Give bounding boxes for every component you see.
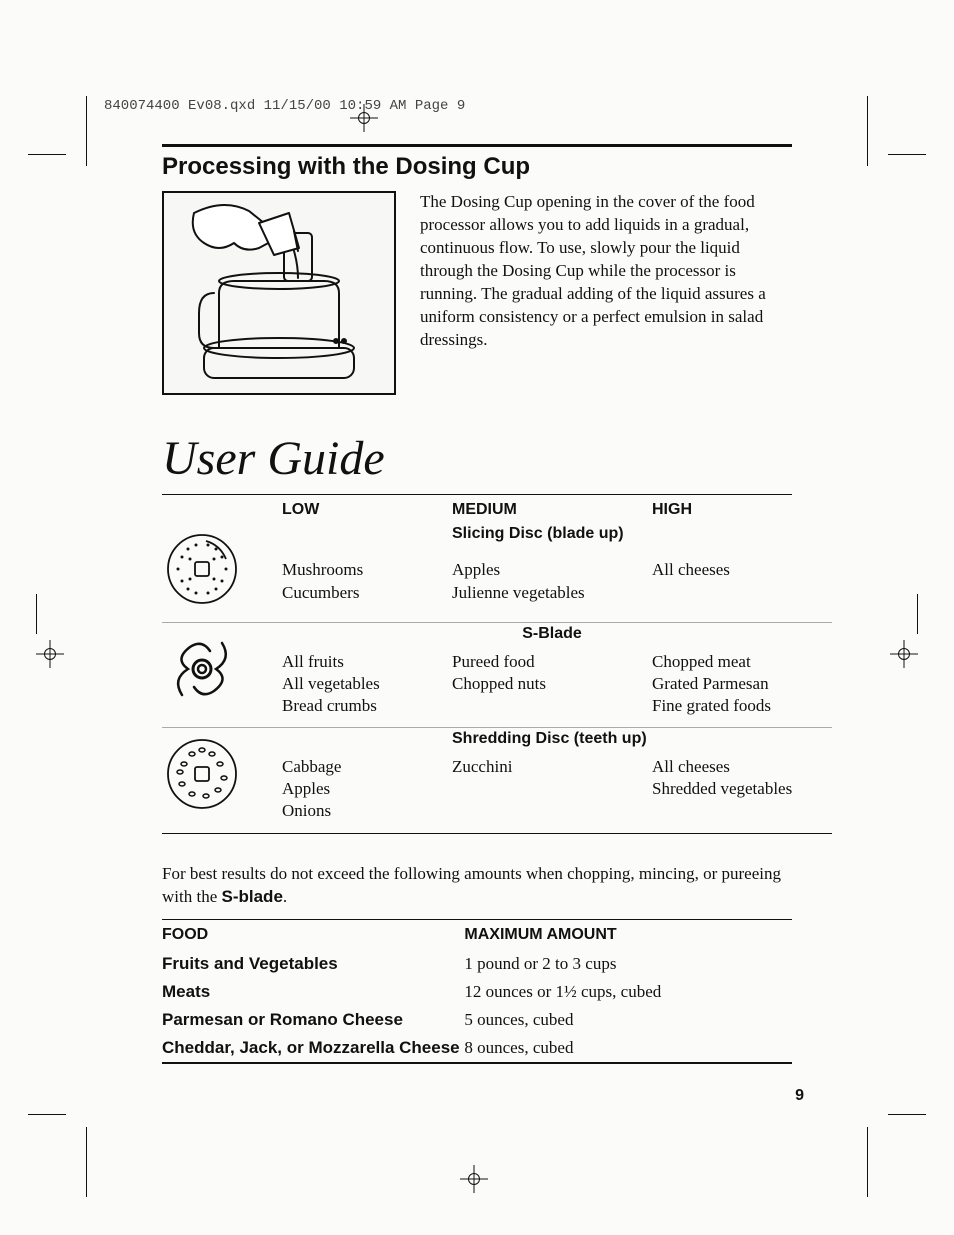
crop-tick bbox=[917, 594, 918, 634]
cell-low: MushroomsCucumbers bbox=[282, 557, 452, 613]
table-row: Cheddar, Jack, or Mozzarella Cheese 8 ou… bbox=[162, 1034, 792, 1063]
col-header-food: FOOD bbox=[162, 920, 464, 951]
food-processor-icon bbox=[164, 193, 394, 393]
registration-mark-icon bbox=[460, 1165, 488, 1193]
crop-tick bbox=[36, 594, 37, 634]
registration-mark-icon bbox=[890, 640, 918, 668]
intro-paragraph: The Dosing Cup opening in the cover of t… bbox=[420, 191, 792, 395]
table-row: Meats 12 ounces or 1½ cups, cubed bbox=[162, 978, 792, 1006]
print-job-meta: 840074400 Ev08.qxd 11/15/00 10:59 AM Pag… bbox=[104, 98, 912, 114]
amount-cell: 5 ounces, cubed bbox=[464, 1006, 792, 1034]
row-subtitle: Slicing Disc (blade up) bbox=[452, 523, 652, 549]
crop-rule bbox=[28, 154, 66, 155]
maximum-amount-table: FOOD MAXIMUM AMOUNT Fruits and Vegetable… bbox=[162, 919, 792, 1064]
cell-medium: ApplesJulienne vegetables bbox=[452, 557, 652, 613]
crop-tick bbox=[86, 1127, 87, 1197]
registration-mark-icon bbox=[36, 640, 64, 668]
crop-rule bbox=[888, 154, 926, 155]
food-cell: Parmesan or Romano Cheese bbox=[162, 1006, 464, 1034]
s-blade-icon bbox=[162, 623, 282, 722]
max-amount-note: For best results do not exceed the follo… bbox=[162, 862, 792, 910]
note-suffix: . bbox=[283, 887, 287, 906]
amount-cell: 1 pound or 2 to 3 cups bbox=[464, 950, 792, 978]
slicing-disc-icon bbox=[162, 523, 282, 622]
col-header-medium: MEDIUM bbox=[452, 495, 652, 523]
note-bold: S-blade bbox=[222, 887, 283, 906]
amount-cell: 8 ounces, cubed bbox=[464, 1034, 792, 1063]
col-header-high: HIGH bbox=[652, 495, 832, 523]
crop-rule bbox=[888, 1114, 926, 1115]
scanned-page: 840074400 Ev08.qxd 11/15/00 10:59 AM Pag… bbox=[0, 0, 954, 1235]
col-header-amount: MAXIMUM AMOUNT bbox=[464, 920, 792, 951]
crop-tick bbox=[86, 96, 87, 166]
cell-medium: Zucchini bbox=[452, 754, 652, 788]
registration-mark-icon bbox=[350, 104, 378, 132]
user-guide-heading: User Guide bbox=[162, 431, 792, 486]
col-header-low: LOW bbox=[282, 495, 452, 523]
cell-high: All cheeses bbox=[652, 557, 832, 591]
intro-row: The Dosing Cup opening in the cover of t… bbox=[162, 191, 792, 395]
dosing-cup-illustration bbox=[162, 191, 396, 395]
shredding-disc-icon bbox=[162, 728, 282, 827]
row-subtitle: S-Blade bbox=[452, 623, 652, 649]
row-subtitle: Shredding Disc (teeth up) bbox=[452, 728, 652, 754]
speed-guide-table: LOW MEDIUM HIGH bbox=[162, 494, 792, 834]
crop-tick bbox=[867, 1127, 868, 1197]
cell-medium: Pureed foodChopped nuts bbox=[452, 649, 652, 705]
cell-high: All cheesesShredded vegetables bbox=[652, 754, 832, 810]
crop-tick bbox=[867, 96, 868, 166]
cell-low: All fruitsAll vegetablesBread crumbs bbox=[282, 649, 452, 727]
food-cell: Fruits and Vegetables bbox=[162, 950, 464, 978]
cell-high: Chopped meatGrated ParmesanFine grated f… bbox=[652, 649, 832, 727]
table-row: Fruits and Vegetables 1 pound or 2 to 3 … bbox=[162, 950, 792, 978]
row-separator bbox=[162, 833, 832, 834]
amount-cell: 12 ounces or 1½ cups, cubed bbox=[464, 978, 792, 1006]
page-number: 9 bbox=[795, 1087, 804, 1105]
section-heading: Processing with the Dosing Cup bbox=[162, 153, 792, 181]
food-cell: Cheddar, Jack, or Mozzarella Cheese bbox=[162, 1034, 464, 1063]
table-row: Parmesan or Romano Cheese 5 ounces, cube… bbox=[162, 1006, 792, 1034]
rule bbox=[162, 144, 792, 147]
crop-rule bbox=[28, 1114, 66, 1115]
cell-low: CabbageApplesOnions bbox=[282, 754, 452, 832]
food-cell: Meats bbox=[162, 978, 464, 1006]
page-content: Processing with the Dosing Cup bbox=[162, 144, 792, 1064]
